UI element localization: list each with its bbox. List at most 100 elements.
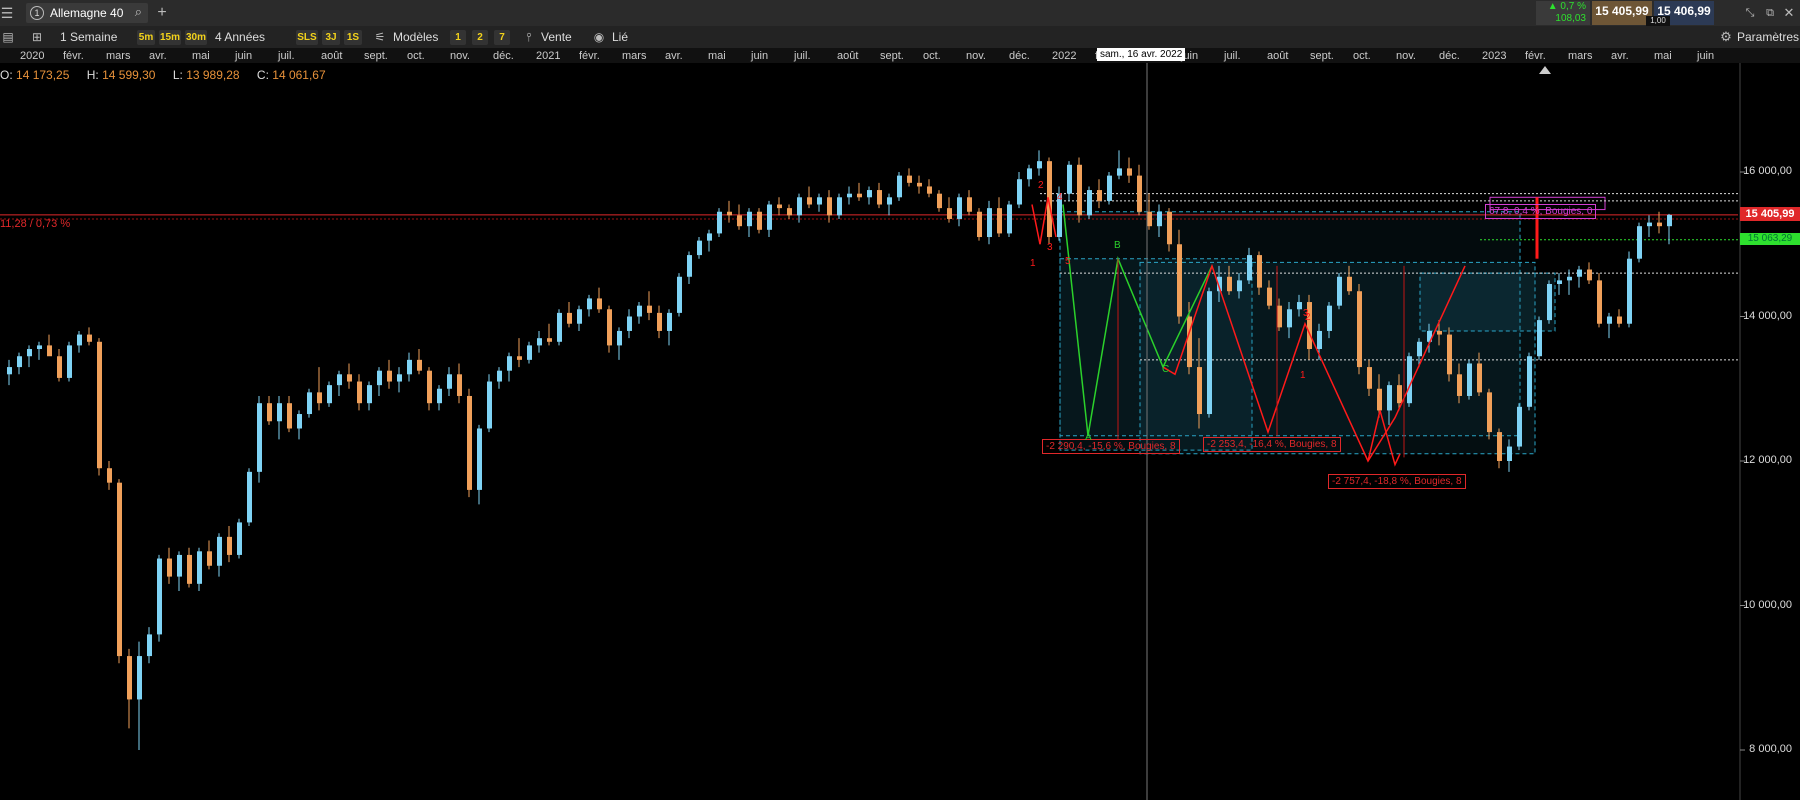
candle-body bbox=[97, 341, 102, 469]
candle-body bbox=[507, 356, 512, 371]
candle-body bbox=[1477, 363, 1482, 393]
candle-body bbox=[517, 356, 522, 360]
candle-body bbox=[1017, 179, 1022, 205]
candle-body bbox=[397, 374, 402, 382]
price-tick-label: 14 000,00 bbox=[1743, 309, 1792, 322]
candle-body bbox=[1487, 392, 1492, 433]
candle-body bbox=[77, 334, 82, 346]
candle-body bbox=[1087, 190, 1092, 216]
candle-body bbox=[1667, 214, 1672, 227]
candle-body bbox=[277, 403, 282, 422]
candle-body bbox=[417, 359, 422, 371]
candle-body bbox=[1457, 374, 1462, 396]
candle-body bbox=[317, 392, 322, 404]
candle-body bbox=[387, 370, 392, 382]
candle-body bbox=[817, 197, 822, 205]
candle-body bbox=[777, 204, 782, 209]
candle-body bbox=[1317, 330, 1322, 350]
candle-body bbox=[997, 208, 1002, 234]
candle-body bbox=[307, 392, 312, 415]
candle-body bbox=[527, 345, 532, 360]
candle-body bbox=[677, 276, 682, 313]
candle-body bbox=[807, 197, 812, 205]
candle-body bbox=[597, 298, 602, 310]
candle-body bbox=[897, 175, 902, 198]
candle-body bbox=[347, 374, 352, 382]
candle-body bbox=[717, 211, 722, 234]
candle-body bbox=[707, 233, 712, 241]
candle-body bbox=[177, 554, 182, 577]
candle-body bbox=[57, 356, 62, 378]
annotation-box-2[interactable]: -2 253,4, -16,4 %, Bougies, 8 bbox=[1203, 437, 1341, 452]
candle-body bbox=[1397, 385, 1402, 404]
candle-body bbox=[1517, 406, 1522, 447]
candle-body bbox=[1597, 280, 1602, 324]
candle-body bbox=[467, 395, 472, 490]
candle-body bbox=[917, 182, 922, 187]
candle-body bbox=[427, 370, 432, 404]
candle-body bbox=[197, 551, 202, 584]
candle-body bbox=[627, 316, 632, 331]
candle-body bbox=[337, 374, 342, 386]
candle-body bbox=[327, 385, 332, 404]
candle-body bbox=[1027, 168, 1032, 180]
candle-body bbox=[1657, 222, 1662, 227]
candle-body bbox=[1187, 316, 1192, 368]
price-tick-label: 8 000,00 bbox=[1749, 743, 1792, 755]
candle-body bbox=[1547, 283, 1552, 321]
left-price-marker: 11,28 / 0,73 % bbox=[0, 218, 71, 230]
candle-body bbox=[1417, 341, 1422, 357]
candle-body bbox=[487, 381, 492, 429]
candle-body bbox=[437, 388, 442, 404]
candle-body bbox=[827, 197, 832, 216]
candle-body bbox=[357, 381, 362, 404]
wave-label-red: 1 bbox=[1300, 370, 1306, 381]
candle-body bbox=[47, 345, 52, 357]
candle-body bbox=[537, 338, 542, 346]
candle-body bbox=[877, 190, 882, 205]
candle-body bbox=[1257, 255, 1262, 288]
annotation-box-3[interactable]: -2 757,4, -18,8 %, Bougies, 8 bbox=[1328, 474, 1466, 489]
candle-body bbox=[927, 186, 932, 194]
wave-label-green: C bbox=[1162, 364, 1170, 375]
candle-body bbox=[1357, 291, 1362, 368]
wave-label-green: B bbox=[1114, 240, 1121, 251]
price-tick-label: 12 000,00 bbox=[1743, 454, 1792, 466]
candle-body bbox=[657, 312, 662, 331]
price-chart[interactable] bbox=[0, 0, 1800, 800]
candle-body bbox=[1567, 276, 1572, 281]
candle-body bbox=[367, 385, 372, 404]
annotation-box-1[interactable]: -2 290,4, -15,6 %, Bougies, 8 bbox=[1042, 439, 1180, 454]
candle-body bbox=[1067, 164, 1072, 194]
candle-body bbox=[7, 367, 12, 375]
candle-body bbox=[967, 197, 972, 212]
candle-body bbox=[1407, 356, 1412, 404]
wave-label-red: 3 bbox=[1047, 242, 1053, 253]
candle-body bbox=[1327, 305, 1332, 331]
candle-body bbox=[667, 312, 672, 331]
candle-body bbox=[647, 305, 652, 313]
candle-body bbox=[987, 208, 992, 238]
candle-body bbox=[1007, 204, 1012, 234]
candle-body bbox=[127, 656, 132, 700]
candle-body bbox=[247, 471, 252, 523]
candle-body bbox=[1107, 175, 1112, 201]
green-level-tag: 15 063,29 bbox=[1740, 233, 1800, 245]
candle-body bbox=[447, 374, 452, 389]
candle-body bbox=[637, 305, 642, 317]
candle-body bbox=[1637, 226, 1642, 259]
candle-body bbox=[907, 175, 912, 183]
candle-body bbox=[1117, 168, 1122, 176]
candle-body bbox=[287, 403, 292, 429]
candle-body bbox=[1627, 258, 1632, 324]
candle-body bbox=[1377, 388, 1382, 411]
candle-body bbox=[727, 211, 732, 216]
candle-body bbox=[1527, 356, 1532, 407]
candle-body bbox=[1297, 302, 1302, 310]
candle-body bbox=[837, 197, 842, 216]
candle-body bbox=[457, 374, 462, 396]
wave-label-green: A bbox=[1085, 432, 1092, 443]
candle-body bbox=[1247, 255, 1252, 281]
annotation-box-4[interactable]: 67,8, 0,4 %, Bougies, 0 bbox=[1485, 204, 1597, 219]
candle-body bbox=[937, 193, 942, 209]
